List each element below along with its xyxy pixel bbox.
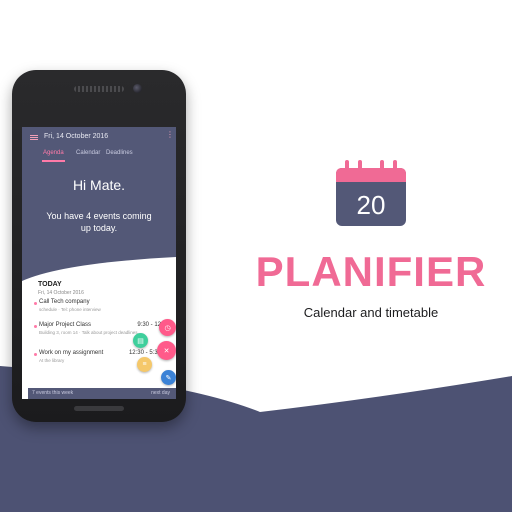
camera-icon <box>133 84 142 93</box>
event-title: Call Tech company <box>39 299 90 305</box>
tab-calendar[interactable]: Calendar <box>76 150 100 156</box>
event-subtitle: At the library <box>39 358 65 363</box>
event-dot <box>34 302 37 305</box>
tab-underline <box>42 160 65 162</box>
note-icon[interactable]: ▤ <box>133 333 148 348</box>
bottom-bar-next-day[interactable]: next day <box>151 390 170 396</box>
section-date: Fri, 14 October 2016 <box>38 290 84 296</box>
more-vertical-icon[interactable]: ⋮ <box>166 131 174 139</box>
phone-speaker <box>74 86 124 92</box>
toolbar-date-title: Fri, 14 October 2016 <box>44 133 109 140</box>
event-title: Major Project Class <box>39 322 92 328</box>
hamburger-icon[interactable] <box>30 135 38 140</box>
phone-bottom-bar <box>74 406 124 411</box>
toolbar: Fri, 14 October 2016 ⋮ <box>22 130 176 144</box>
summary-line-1: You have 4 events coming <box>46 211 152 221</box>
event-title: Work on my assignment <box>39 350 104 356</box>
list-icon[interactable]: ≡ <box>137 357 152 372</box>
summary-line-2: up today. <box>80 223 118 233</box>
timer-icon[interactable]: ◷ <box>159 319 176 336</box>
close-icon[interactable]: ✕ <box>157 341 176 360</box>
section-title: TODAY <box>38 281 62 288</box>
brand-tagline: Calendar and timetable <box>303 305 439 320</box>
event-item[interactable]: Major Project Class 9:30 - 12PM Building… <box>34 322 172 340</box>
event-item[interactable]: Call Tech company schedule · Tel: phone … <box>34 299 172 317</box>
event-dot <box>34 353 37 356</box>
calendar-icon: 20 <box>336 160 406 226</box>
event-subtitle: Building 3, room 14 · Talk about project… <box>39 330 138 335</box>
tab-deadlines[interactable]: Deadlines <box>106 150 133 156</box>
pencil-icon[interactable]: ✎ <box>161 370 176 385</box>
tab-agenda[interactable]: Agenda <box>43 150 64 156</box>
app-screen: Fri, 14 October 2016 ⋮ Agenda Calendar D… <box>22 127 176 399</box>
event-dot <box>34 325 37 328</box>
calendar-icon-day: 20 <box>357 190 386 220</box>
bottom-bar: 7 events this week next day <box>28 388 176 399</box>
tab-bar: Agenda Calendar Deadlines <box>22 148 176 162</box>
phone-mockup: Fri, 14 October 2016 ⋮ Agenda Calendar D… <box>12 70 186 422</box>
bottom-bar-week-summary[interactable]: 7 events this week <box>32 390 73 396</box>
brand-name: PLANIFIER <box>255 248 487 295</box>
event-subtitle: schedule · Tel: phone interview <box>39 307 101 312</box>
greeting: Hi Mate. <box>72 177 126 193</box>
